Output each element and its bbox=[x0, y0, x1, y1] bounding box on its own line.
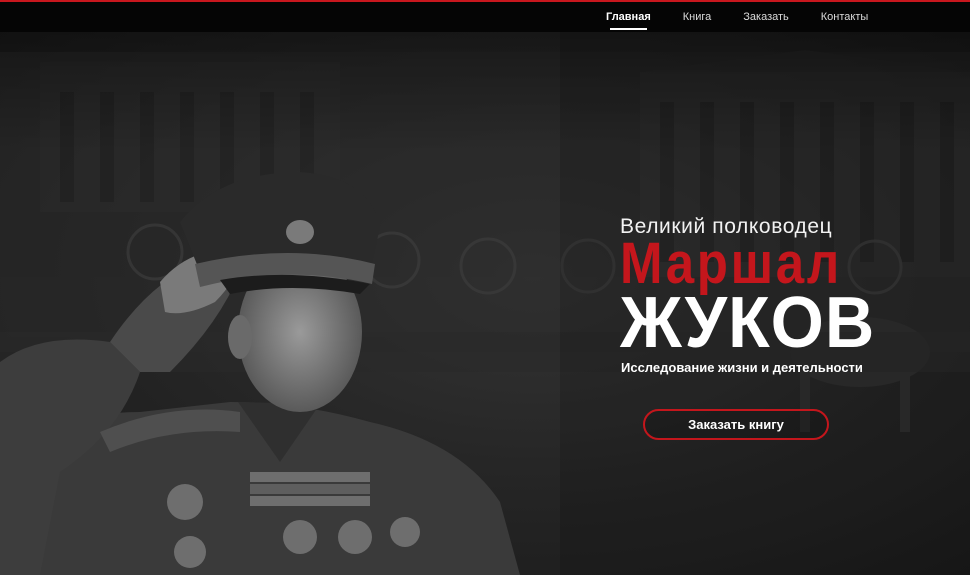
hero-title-line2: ЖУКОВ bbox=[620, 283, 876, 363]
nav-item-home[interactable]: Главная bbox=[606, 2, 651, 32]
nav-item-book[interactable]: Книга bbox=[683, 2, 712, 32]
nav-links: Главная Книга Заказать Контакты bbox=[606, 2, 900, 32]
order-book-button[interactable]: Заказать книгу bbox=[643, 409, 829, 440]
nav-item-order[interactable]: Заказать bbox=[743, 2, 789, 32]
top-navbar: Главная Книга Заказать Контакты bbox=[0, 2, 970, 32]
hero-section: Великий полководец Маршал ЖУКОВ Исследов… bbox=[0, 32, 970, 575]
nav-item-contacts[interactable]: Контакты bbox=[821, 2, 869, 32]
hero-tagline: Исследование жизни и деятельности bbox=[621, 360, 863, 375]
